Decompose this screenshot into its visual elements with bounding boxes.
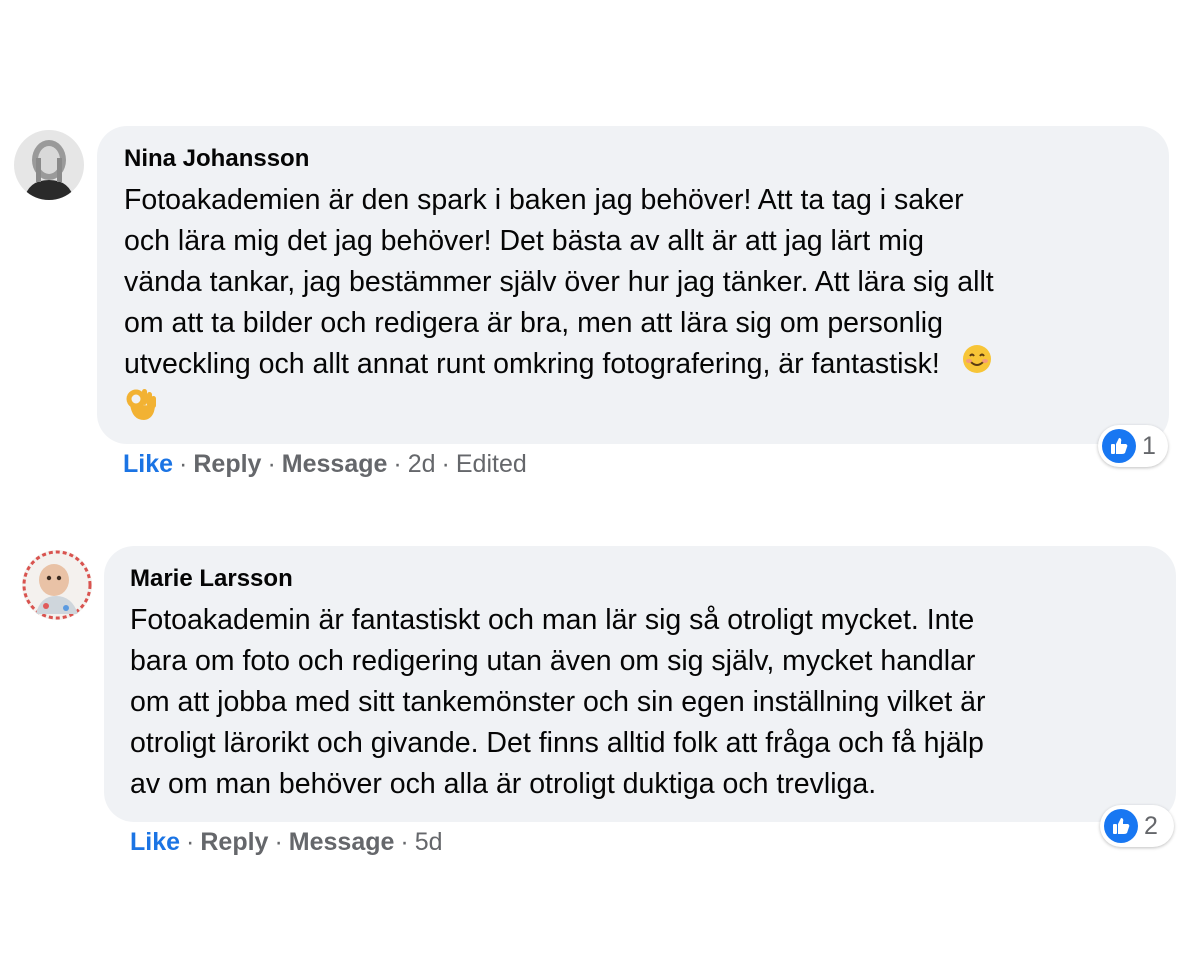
comment-line: bara om foto och redigering utan även om… — [130, 645, 976, 677]
separator: · — [441, 450, 450, 478]
comment-author[interactable]: Nina Johansson — [124, 144, 1143, 174]
separator: · — [393, 450, 402, 478]
comment-line: av om man behöver och alla är otroligt d… — [130, 768, 877, 800]
avatar-photo-icon — [22, 550, 92, 620]
ok-hand-emoji — [124, 386, 158, 434]
avatar-photo-icon — [14, 130, 84, 200]
edited-label[interactable]: Edited — [456, 450, 527, 478]
comment-line: om att jobba med sitt tankemönster och s… — [130, 686, 986, 718]
comment-bubble: Nina Johansson Fotoakademien är den spar… — [97, 126, 1169, 444]
message-button[interactable]: Message — [289, 828, 395, 856]
comment-line: utveckling och allt annat runt omkring f… — [124, 348, 940, 380]
like-reaction-icon — [1102, 429, 1136, 463]
comment-line: vända tankar, jag bestämmer själv över h… — [124, 266, 994, 298]
separator: · — [179, 450, 188, 478]
ok-hand-icon — [126, 389, 156, 421]
comment-line: och lära mig det jag behöver! Det bästa … — [124, 225, 924, 257]
comment-timestamp[interactable]: 5d — [415, 828, 443, 856]
comment-bubble: Marie Larsson Fotoakademin är fantastisk… — [104, 546, 1176, 822]
separator: · — [274, 828, 283, 856]
reaction-count: 1 — [1142, 431, 1156, 460]
comment-author[interactable]: Marie Larsson — [130, 564, 1150, 594]
avatar[interactable] — [22, 550, 92, 620]
message-button[interactable]: Message — [282, 450, 388, 478]
avatar[interactable] — [14, 130, 84, 200]
like-reaction-icon — [1104, 809, 1138, 843]
reaction-count: 2 — [1144, 811, 1158, 840]
separator: · — [267, 450, 276, 478]
separator: · — [186, 828, 195, 856]
smiling-face-icon — [962, 345, 991, 374]
comment-timestamp[interactable]: 2d — [408, 450, 436, 478]
separator: · — [400, 828, 409, 856]
comment-line: Fotoakademien är den spark i baken jag b… — [124, 184, 964, 216]
smiling-face-emoji — [962, 344, 992, 386]
comment-text: Fotoakademien är den spark i baken jag b… — [124, 180, 1143, 426]
comment-actions: Like · Reply · Message · 5d — [130, 827, 443, 857]
reaction-summary[interactable]: 2 — [1100, 805, 1174, 847]
comment-line: Fotoakademin är fantastiskt och man lär … — [130, 604, 975, 636]
comment-text: Fotoakademin är fantastiskt och man lär … — [130, 600, 1150, 805]
comment-line-emoji — [124, 386, 1143, 426]
reply-button[interactable]: Reply — [200, 828, 268, 856]
like-button[interactable]: Like — [123, 450, 173, 478]
reply-button[interactable]: Reply — [193, 450, 261, 478]
comment-line: om att ta bilder och redigera är bra, me… — [124, 307, 943, 339]
comment-actions: Like · Reply · Message · 2d · Edited — [123, 449, 527, 479]
reaction-summary[interactable]: 1 — [1098, 425, 1168, 467]
comment-line: otroligt lärorikt och givande. Det finns… — [130, 727, 984, 759]
comment-line-with-emoji: utveckling och allt annat runt omkring f… — [124, 344, 1143, 386]
like-button[interactable]: Like — [130, 828, 180, 856]
